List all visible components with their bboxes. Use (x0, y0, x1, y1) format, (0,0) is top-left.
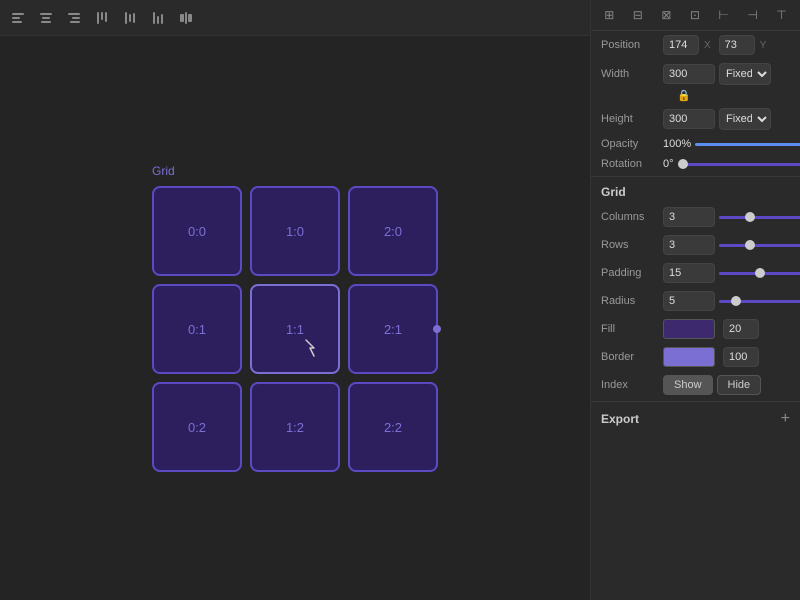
export-plus-button[interactable]: + (781, 410, 790, 428)
panel-align-icon-2[interactable]: ⊟ (631, 6, 645, 24)
distribute-icon[interactable] (176, 8, 196, 28)
index-hide-button[interactable]: Hide (717, 375, 762, 395)
position-x-input[interactable] (663, 35, 699, 55)
cell-1-1[interactable]: 1:1 (250, 284, 340, 374)
padding-label: Padding (601, 267, 659, 279)
fill-label: Fill (601, 323, 659, 335)
columns-slider[interactable] (719, 216, 800, 219)
align-center-icon[interactable] (36, 8, 56, 28)
rows-label: Rows (601, 239, 659, 251)
rows-slider[interactable] (719, 244, 800, 247)
height-mode-select[interactable]: Fixed Fill Hug (719, 108, 771, 130)
height-label: Height (601, 113, 659, 125)
radius-input[interactable] (663, 291, 715, 311)
grid-label: Grid (152, 164, 438, 178)
opacity-label: Opacity (601, 138, 659, 150)
panel-align-icon-1[interactable]: ⊞ (602, 6, 616, 24)
index-show-button[interactable]: Show (663, 375, 713, 395)
padding-row: Padding (591, 259, 800, 287)
padding-input[interactable] (663, 263, 715, 283)
opacity-slider[interactable] (695, 143, 800, 146)
height-row: Height Fixed Fill Hug (591, 104, 800, 134)
grid-container: 0:0 1:0 2:0 0:1 1:1 2:1 0:2 1:2 2:2 (152, 186, 438, 472)
align-top-icon[interactable] (92, 8, 112, 28)
cell-0-0[interactable]: 0:0 (152, 186, 242, 276)
canvas-area: Grid 0:0 1:0 2:0 0:1 1:1 2:1 0:2 1:2 2:2 (0, 0, 590, 600)
grid-widget: Grid 0:0 1:0 2:0 0:1 1:1 2:1 0:2 1:2 2:2 (152, 164, 438, 472)
x-label: X (704, 40, 711, 51)
export-row: Export + (591, 404, 800, 434)
cell-0-1[interactable]: 0:1 (152, 284, 242, 374)
y-label: Y (760, 40, 767, 51)
position-row: Position X Y (591, 31, 800, 59)
rotation-label: Rotation (601, 158, 659, 170)
cell-2-2[interactable]: 2:2 (348, 382, 438, 472)
panel-align-icon-4[interactable]: ⊡ (688, 6, 702, 24)
align-left-icon[interactable] (8, 8, 28, 28)
width-mode-select[interactable]: Fixed Fill Hug (719, 63, 771, 85)
height-input[interactable] (663, 109, 715, 129)
panel-align-icon-5[interactable]: ⊢ (716, 6, 730, 24)
grid-section-header: Grid (591, 179, 800, 203)
radius-row: Radius (591, 287, 800, 315)
radius-label: Radius (601, 295, 659, 307)
border-label: Border (601, 351, 659, 363)
index-label: Index (601, 379, 659, 391)
lock-icon[interactable]: 🔒 (677, 89, 691, 102)
panel-align-icon-3[interactable]: ⊠ (659, 6, 673, 24)
columns-label: Columns (601, 211, 659, 223)
position-y-input[interactable] (719, 35, 755, 55)
panel-align-icon-6[interactable]: ⊣ (745, 6, 759, 24)
columns-input[interactable] (663, 207, 715, 227)
rotation-slider[interactable] (678, 163, 800, 166)
divider-2 (591, 401, 800, 402)
top-toolbar (0, 0, 590, 36)
cell-2-0[interactable]: 2:0 (348, 186, 438, 276)
width-row: Width Fixed Fill Hug (591, 59, 800, 89)
cell-0-2[interactable]: 0:2 (152, 382, 242, 472)
border-color-swatch[interactable] (663, 347, 715, 367)
fill-opacity-input[interactable] (723, 319, 759, 339)
fill-row: Fill (591, 315, 800, 343)
rows-input[interactable] (663, 235, 715, 255)
divider-1 (591, 176, 800, 177)
panel-align-icon-7[interactable]: ⊤ (774, 6, 788, 24)
rotation-row: Rotation 0° (591, 154, 800, 174)
index-row: Index Show Hide (591, 371, 800, 399)
rotation-value: 0° (663, 158, 674, 170)
opacity-value: 100% (663, 138, 691, 150)
align-right-icon[interactable] (64, 8, 84, 28)
right-panel: ⊞ ⊟ ⊠ ⊡ ⊢ ⊣ ⊤ Position X Y Width Fixed F… (590, 0, 800, 600)
fill-color-swatch[interactable] (663, 319, 715, 339)
align-middle-icon[interactable] (120, 8, 140, 28)
width-label: Width (601, 68, 659, 80)
columns-row: Columns (591, 203, 800, 231)
panel-toolbar: ⊞ ⊟ ⊠ ⊡ ⊢ ⊣ ⊤ (591, 0, 800, 31)
cell-1-0[interactable]: 1:0 (250, 186, 340, 276)
border-row: Border (591, 343, 800, 371)
align-bottom-icon[interactable] (148, 8, 168, 28)
rows-row: Rows (591, 231, 800, 259)
opacity-row: Opacity 100% (591, 134, 800, 154)
cell-1-2[interactable]: 1:2 (250, 382, 340, 472)
width-input[interactable] (663, 64, 715, 84)
index-buttons: Show Hide (663, 375, 761, 395)
export-label: Export (601, 412, 639, 426)
radius-slider[interactable] (719, 300, 800, 303)
handle-dot[interactable] (433, 325, 441, 333)
cell-2-1[interactable]: 2:1 (348, 284, 438, 374)
padding-slider[interactable] (719, 272, 800, 275)
border-opacity-input[interactable] (723, 347, 759, 367)
position-label: Position (601, 39, 659, 51)
